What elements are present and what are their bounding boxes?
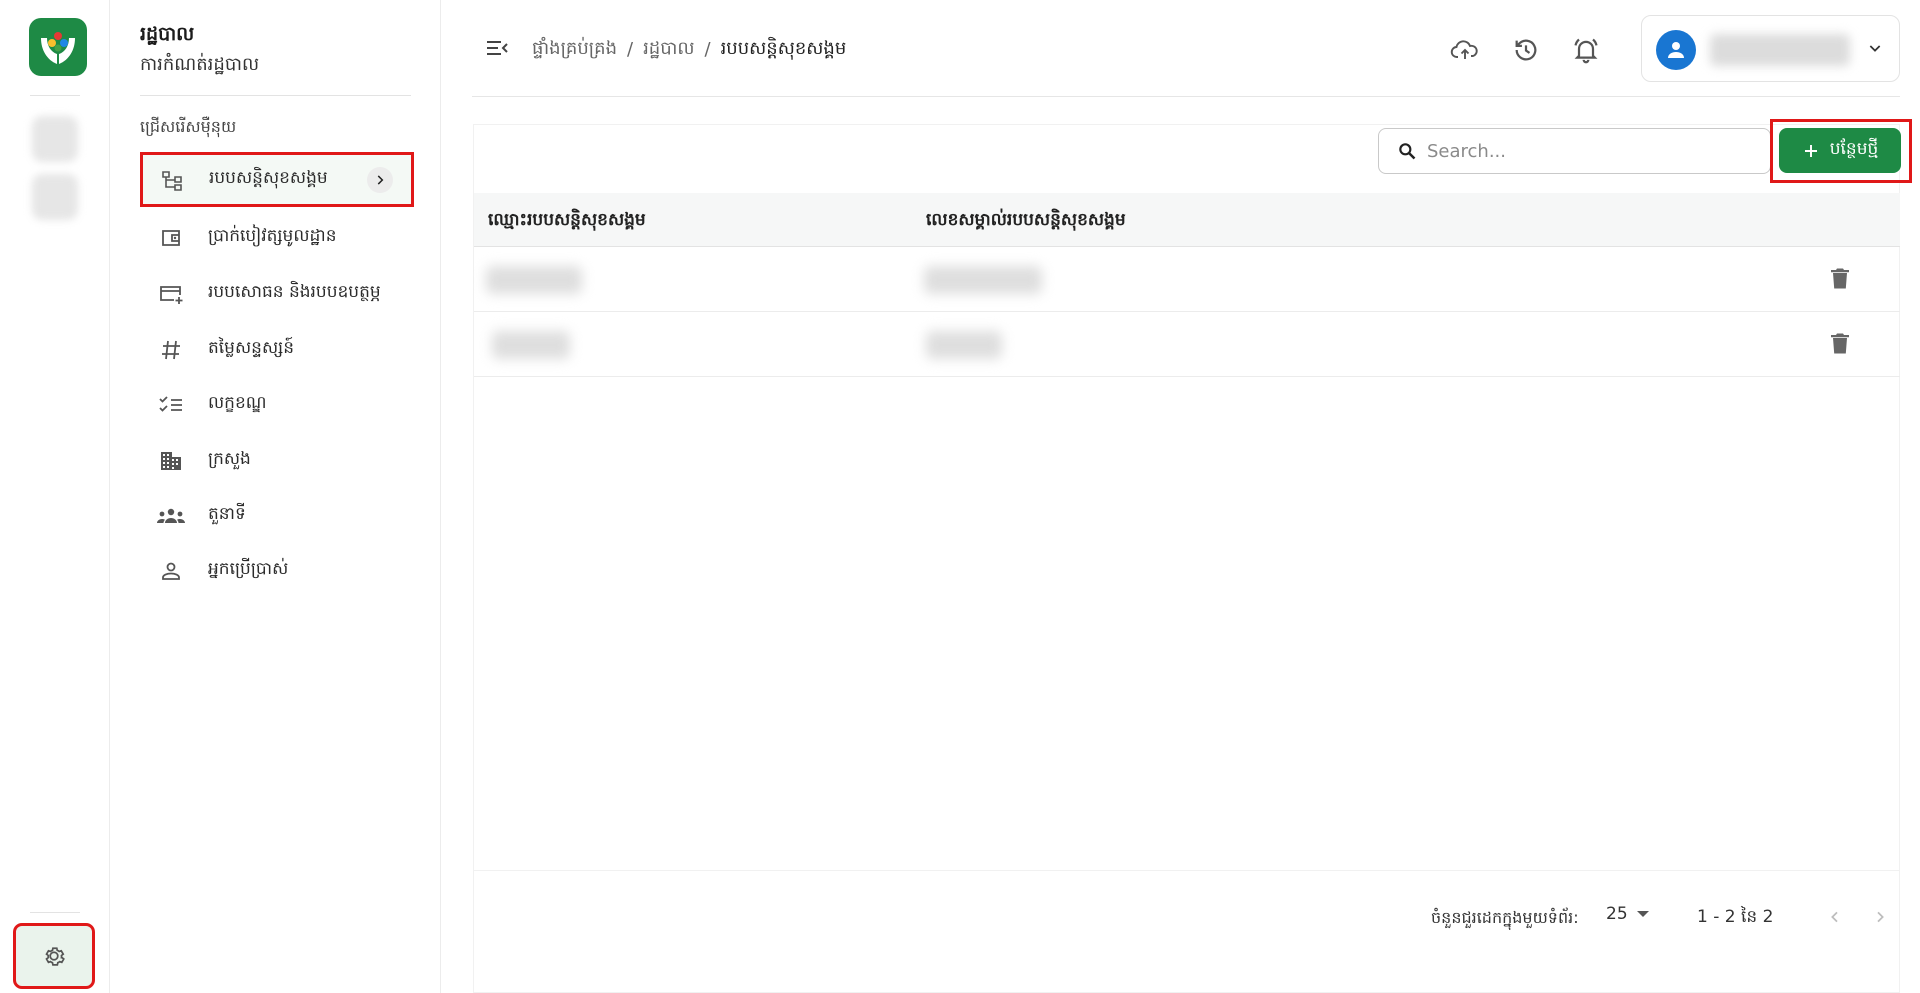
column-header-name[interactable]: ឈ្មោះរបបសន្តិសុខសង្គម <box>488 209 646 234</box>
cell-id-redacted <box>926 331 1002 359</box>
app-logo[interactable] <box>29 18 87 76</box>
rail-divider <box>30 95 80 96</box>
sidebar-item-label: អ្នកប្រើប្រាស់ <box>208 559 289 579</box>
sidebar-subtitle: ការកំណត់រដ្ឋបាល <box>140 54 260 75</box>
app-rail <box>0 0 110 993</box>
rail-app-item[interactable] <box>32 174 78 220</box>
delete-button[interactable] <box>1830 332 1850 360</box>
add-new-label: បន្ថែមថ្មី <box>1829 139 1879 159</box>
add-new-button[interactable]: បន្ថែមថ្មី <box>1779 128 1901 173</box>
app: រដ្ឋបាល ការកំណត់រដ្ឋបាល ជ្រើសរើសម៉ឺនុយ រ… <box>0 0 1920 993</box>
rail-divider <box>30 912 80 913</box>
rows-per-page-value: 25 <box>1606 904 1628 924</box>
admin-sidebar: រដ្ឋបាល ការកំណត់រដ្ឋបាល ជ្រើសរើសម៉ឺនុយ រ… <box>110 0 441 993</box>
sidebar-divider <box>140 95 411 96</box>
chevron-down-icon <box>1867 40 1883 60</box>
delete-button[interactable] <box>1830 267 1850 295</box>
next-page-button[interactable] <box>1865 902 1895 932</box>
sidebar-item-ministry[interactable]: ក្រសួង <box>142 436 412 485</box>
hands-logo-icon <box>41 32 75 64</box>
person-icon <box>156 559 186 583</box>
menu-collapse-icon <box>487 41 508 55</box>
trash-icon <box>1831 268 1849 289</box>
history-icon <box>1515 39 1537 61</box>
table-header: ឈ្មោះរបបសន្តិសុខសង្គម លេខសម្គាល់របបសន្តិ… <box>474 193 1900 247</box>
breadcrumb: ផ្ទាំងគ្រប់គ្រង / រដ្ឋបាល / របបសន្តិសុខស… <box>532 36 846 63</box>
sidebar-section-label: ជ្រើសរើសម៉ឺនុយ <box>140 117 237 136</box>
bell-ring-icon <box>1574 38 1598 64</box>
footer-divider <box>474 870 1900 871</box>
breadcrumb-current: របបសន្តិសុខសង្គម <box>720 38 847 59</box>
sidebar-item-base-salary[interactable]: ប្រាក់បៀវត្សមូលដ្ឋាន <box>142 213 412 262</box>
collapse-menu-button[interactable] <box>484 36 510 64</box>
building-icon <box>156 449 186 473</box>
wallet-icon <box>156 226 186 250</box>
upload-button[interactable] <box>1449 34 1481 66</box>
rows-per-page-select[interactable]: 25 <box>1606 904 1650 924</box>
chevron-right-icon <box>367 167 393 193</box>
sidebar-item-label: របបសន្តិសុខសង្គម <box>209 168 328 188</box>
sidebar-item-roles[interactable]: តួនាទី <box>142 491 412 540</box>
search-icon <box>1397 141 1417 161</box>
sidebar-item-label: ក្រសួង <box>208 449 251 469</box>
sidebar-item-conditions[interactable]: លក្ខខណ្ឌ <box>142 380 412 429</box>
sidebar-item-label: លក្ខខណ្ឌ <box>208 393 267 413</box>
sidebar-item-label: របបសោធន និងរបបឧបត្ថម្ភ <box>208 282 381 302</box>
card-plus-icon <box>156 282 186 306</box>
history-button[interactable] <box>1510 34 1542 66</box>
add-button-highlight: បន្ថែមថ្មី <box>1770 119 1912 183</box>
cell-name-redacted <box>486 266 582 294</box>
sidebar-item-pension-allowance[interactable]: របបសោធន និងរបបឧបត្ថម្ភ <box>142 269 412 318</box>
search-input[interactable] <box>1427 140 1747 162</box>
rows-per-page-label: ចំនួនជួរដេកក្នុងមួយទំព័រ: <box>1431 908 1579 927</box>
group-icon <box>156 505 186 527</box>
sidebar-item-social-security-regime[interactable]: របបសន្តិសុខសង្គម <box>140 152 414 207</box>
dropdown-arrow-icon <box>1636 911 1649 917</box>
header-divider <box>472 96 1900 97</box>
checklist-icon <box>156 393 186 417</box>
sidebar-item-users[interactable]: អ្នកប្រើប្រាស់ <box>142 546 412 595</box>
hash-icon <box>156 338 186 362</box>
sidebar-item-label: ប្រាក់បៀវត្សមូលដ្ឋាន <box>208 226 337 246</box>
sidebar-item-index-value[interactable]: តម្លៃសន្ទស្សន៍ <box>142 325 412 374</box>
settings-button[interactable] <box>13 923 95 989</box>
previous-page-button[interactable] <box>1820 902 1850 932</box>
breadcrumb-separator: / <box>627 39 634 60</box>
column-header-id[interactable]: លេខសម្គាល់របបសន្តិសុខសង្គម <box>926 209 1126 234</box>
sidebar-title: រដ្ឋបាល <box>140 23 195 45</box>
rail-app-item[interactable] <box>32 116 78 162</box>
cell-name-redacted <box>492 331 570 359</box>
sidebar-item-label: តួនាទី <box>208 504 246 524</box>
user-name-redacted <box>1710 34 1850 66</box>
avatar <box>1656 30 1696 70</box>
chevron-right-icon <box>1877 911 1884 923</box>
sidebar-item-label: តម្លៃសន្ទស្សន៍ <box>208 338 294 358</box>
hierarchy-icon <box>157 168 187 192</box>
breadcrumb-administration[interactable]: រដ្ឋបាល <box>643 36 694 63</box>
breadcrumb-separator: / <box>704 39 711 60</box>
trash-icon <box>1831 333 1849 354</box>
user-icon <box>1668 42 1684 58</box>
breadcrumb-dashboard[interactable]: ផ្ទាំងគ្រប់គ្រង <box>532 36 617 63</box>
pagination-range: 1 - 2 នៃ 2 <box>1697 907 1774 927</box>
table-row[interactable] <box>474 313 1900 377</box>
plus-icon <box>1804 144 1817 157</box>
notifications-button[interactable] <box>1570 34 1602 66</box>
cloud-upload-icon <box>1450 40 1478 59</box>
user-menu[interactable] <box>1641 15 1900 82</box>
chevron-left-icon <box>1831 911 1838 923</box>
gear-icon <box>45 947 65 966</box>
cell-id-redacted <box>924 266 1042 294</box>
table-row[interactable] <box>474 248 1900 312</box>
search-field[interactable] <box>1378 128 1771 174</box>
